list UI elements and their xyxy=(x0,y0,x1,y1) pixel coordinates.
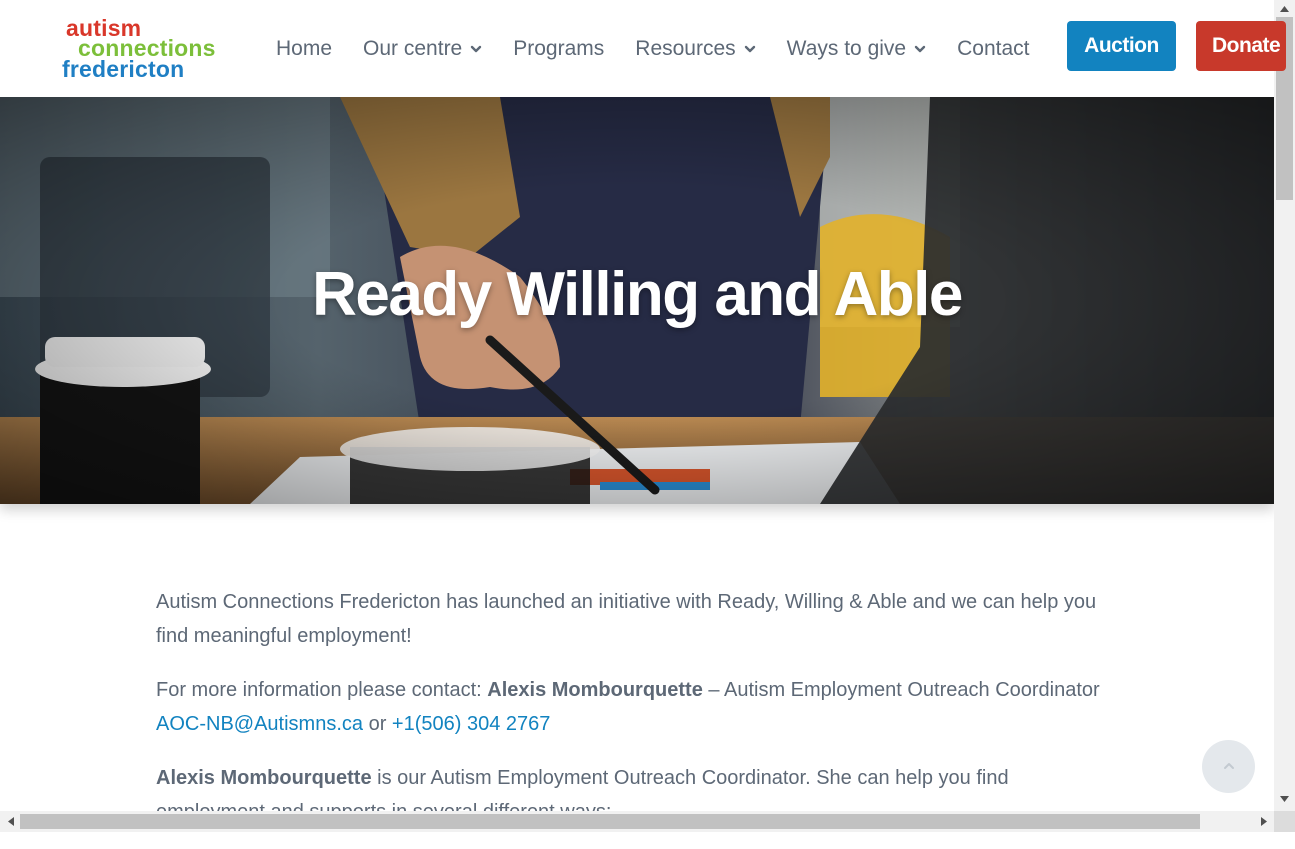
horizontal-scroll-thumb[interactable] xyxy=(20,814,1200,829)
nav-label: Ways to give xyxy=(786,36,907,60)
chevron-down-icon xyxy=(470,43,482,55)
contact-prefix: For more information please contact: xyxy=(156,679,488,701)
nav-item-our-centre[interactable]: Our centre xyxy=(363,37,482,61)
donate-button[interactable]: Donate xyxy=(1196,21,1286,71)
contact-name: Alexis Mombourquette xyxy=(487,679,703,701)
nav-item-home[interactable]: Home xyxy=(276,37,332,61)
nav-label: Home xyxy=(276,36,333,60)
scrollbar-corner xyxy=(1274,811,1295,832)
scroll-down-arrow-icon[interactable] xyxy=(1274,790,1295,807)
nav-label: Contact xyxy=(957,36,1030,60)
nav-item-ways-to-give[interactable]: Ways to give xyxy=(787,37,926,61)
contact-paragraph: For more information please contact: Ale… xyxy=(156,673,1116,741)
chevron-up-icon xyxy=(1222,758,1236,776)
nav-label: Resources xyxy=(635,36,736,60)
horizontal-scrollbar[interactable] xyxy=(0,811,1274,832)
main-content: Autism Connections Fredericton has launc… xyxy=(156,585,1116,849)
intro-paragraph: Autism Connections Fredericton has launc… xyxy=(156,591,1097,647)
site-logo[interactable]: autism connections fredericton xyxy=(62,14,262,84)
coordinator-name: Alexis Mombourquette xyxy=(156,767,372,789)
page-title: Ready Willing and Able xyxy=(312,260,963,329)
scroll-right-arrow-icon[interactable] xyxy=(1255,811,1272,832)
nav-label: Our centre xyxy=(363,36,463,60)
chevron-down-icon xyxy=(914,43,926,55)
scroll-up-arrow-icon[interactable] xyxy=(1274,0,1295,17)
auction-button[interactable]: Auction xyxy=(1067,21,1176,71)
vertical-scrollbar[interactable] xyxy=(1274,0,1295,811)
hero-banner: Ready Willing and Able xyxy=(0,97,1274,504)
contact-or: or xyxy=(363,713,392,735)
nav-item-programs[interactable]: Programs xyxy=(513,37,604,61)
nav-item-contact[interactable]: Contact xyxy=(957,37,1029,61)
contact-role: – Autism Employment Outreach Coordinator xyxy=(702,679,1100,701)
chevron-down-icon xyxy=(744,43,756,55)
main-nav: Home Our centre Programs Resources Ways … xyxy=(276,0,1060,97)
contact-email-link[interactable]: AOC-NB@Autismns.ca xyxy=(156,713,363,735)
site-header: autism connections fredericton Home Our … xyxy=(0,0,1286,97)
scroll-to-top-button[interactable] xyxy=(1202,740,1255,793)
contact-phone-link[interactable]: +1(506) 304 2767 xyxy=(392,713,550,735)
logo-line-fredericton: fredericton xyxy=(62,56,185,82)
scroll-left-arrow-icon[interactable] xyxy=(2,811,19,832)
nav-item-resources[interactable]: Resources xyxy=(635,37,755,61)
nav-label: Programs xyxy=(513,36,605,60)
